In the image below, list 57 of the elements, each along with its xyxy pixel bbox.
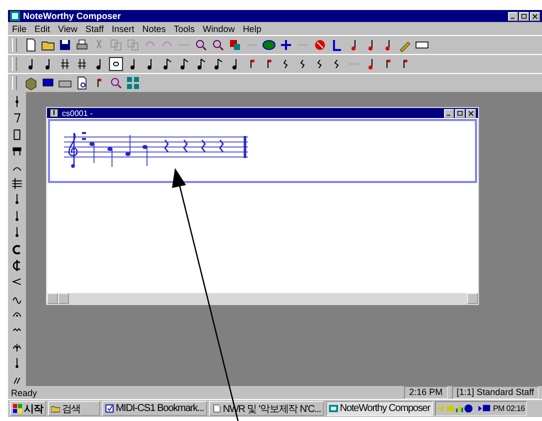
bar-icon[interactable]	[12, 128, 22, 140]
close-button[interactable]	[530, 12, 540, 20]
menu-item[interactable]: View	[58, 24, 78, 34]
start-button[interactable]: 시작	[10, 401, 46, 416]
minimize-button[interactable]	[508, 12, 518, 20]
clock-time: PM 02:16	[492, 404, 525, 413]
maximize-button[interactable]	[519, 12, 529, 20]
zoom-in-icon[interactable]	[194, 38, 208, 52]
menu-item[interactable]: Window	[202, 24, 235, 34]
menu-item[interactable]: Staff	[85, 24, 104, 34]
app-icon	[328, 404, 338, 413]
status-message: Ready	[11, 388, 38, 398]
l-shape-icon[interactable]	[330, 38, 344, 52]
new-file-icon[interactable]	[24, 38, 38, 52]
taskbar-button[interactable]: 검색	[48, 401, 100, 416]
bookmark-icon	[104, 404, 114, 413]
search-icon[interactable]	[109, 76, 123, 90]
common-time-icon[interactable]	[12, 244, 22, 255]
document-title: cs0001 -	[62, 108, 94, 118]
windows-logo-icon	[13, 404, 22, 413]
close-button[interactable]	[466, 108, 476, 118]
print-icon[interactable]	[75, 38, 89, 52]
sharp-icon[interactable]	[58, 57, 72, 71]
plus-icon[interactable]	[279, 38, 293, 52]
prohibit-icon[interactable]	[313, 38, 327, 52]
taskbar-button[interactable]: NoteWorthy Composer	[326, 401, 433, 416]
chart-icon	[454, 404, 464, 413]
maximize-button[interactable]	[455, 108, 465, 118]
status-staff: [1:1] Standard Staff	[452, 386, 539, 399]
minimize-button[interactable]	[444, 108, 454, 118]
grid-icon[interactable]	[126, 76, 140, 90]
menu-item[interactable]: Tools	[174, 24, 195, 34]
sharp-icon[interactable]	[75, 57, 89, 71]
scroll-thumb[interactable]	[58, 293, 69, 304]
horizontal-scrollbar[interactable]	[47, 293, 478, 304]
dynamic-icon[interactable]	[12, 374, 22, 386]
save-icon[interactable]	[58, 38, 72, 52]
zoom-in-icon[interactable]	[211, 38, 225, 52]
menu-item[interactable]: File	[12, 24, 27, 34]
staff-lines-icon[interactable]	[12, 178, 22, 190]
menu-item[interactable]: Notes	[142, 24, 166, 34]
rest-icon[interactable]	[12, 112, 22, 124]
menu-item[interactable]: Edit	[34, 24, 50, 34]
crescendo-icon[interactable]	[12, 276, 22, 288]
status-time: 2:16 PM	[404, 386, 448, 399]
app-icon	[10, 11, 20, 21]
speaker-icon	[436, 404, 446, 413]
taskbar-button[interactable]: MIDI-CS1 Bookmark...	[102, 401, 207, 416]
page-preview-icon[interactable]	[75, 76, 89, 90]
whole-note-icon[interactable]	[109, 57, 123, 71]
selected-staff-area[interactable]	[48, 119, 477, 183]
menu-item[interactable]: Help	[242, 24, 262, 34]
window-title: NoteWorthy Composer	[23, 11, 122, 21]
cut-time-icon[interactable]	[12, 260, 22, 272]
menu-item[interactable]: Insert	[112, 24, 134, 34]
beam-icon[interactable]	[12, 145, 22, 157]
mordent-icon[interactable]	[12, 342, 22, 354]
